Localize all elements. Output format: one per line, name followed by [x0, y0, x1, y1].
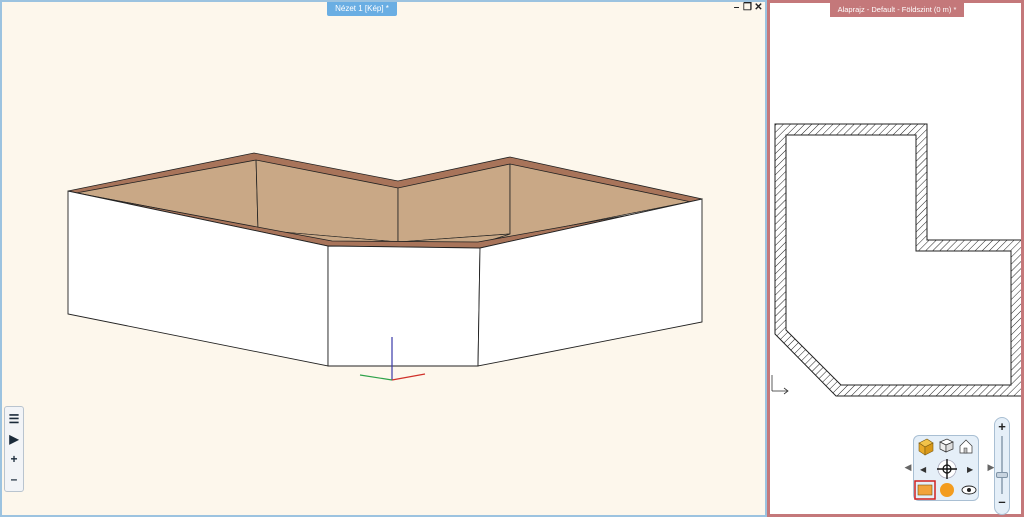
left-toolbar: ☰ ▶ + – — [4, 406, 24, 492]
restore-icon[interactable]: ❐ — [743, 2, 752, 14]
nav-left-button[interactable]: ◀ — [898, 457, 918, 477]
render-sphere-icon — [940, 483, 954, 497]
zoom-thumb[interactable] — [996, 472, 1008, 479]
window-controls: – ❐ ✕ — [732, 2, 763, 14]
app-root: Nézet 1 [Kép] * – ❐ ✕ ☰ ▶ + – Alaprajz -… — [0, 0, 1024, 517]
list-icon[interactable]: ☰ — [6, 410, 22, 428]
zoom-in-button[interactable]: + — [996, 420, 1008, 433]
3d-scene[interactable] — [2, 2, 765, 515]
zoom-in-button[interactable]: + — [6, 450, 22, 468]
zoom-track[interactable] — [1001, 436, 1003, 494]
cube-view-icon — [918, 438, 934, 456]
view-3d[interactable]: Nézet 1 [Kép] * – ❐ ✕ ☰ ▶ + – — [0, 0, 767, 517]
zoom-slider[interactable]: + – — [994, 417, 1010, 515]
view-3d-title[interactable]: Nézet 1 [Kép] * — [327, 2, 397, 16]
floor-plan-title[interactable]: Alaprajz - Default - Földszint (0 m) * — [830, 3, 964, 17]
axis-y — [359, 374, 393, 381]
wireframe-cube-icon — [939, 438, 954, 453]
axis-x — [391, 373, 426, 381]
plan-view-icon — [917, 484, 933, 496]
zoom-out-button[interactable]: – — [996, 495, 1008, 508]
house-icon — [959, 439, 973, 454]
nav-left-icon: ◀ — [920, 465, 927, 474]
nav-icons: ◀ ▶ — [914, 438, 977, 500]
navigation-widget: ◀ ▶ ◀ ▶ — [905, 435, 994, 501]
outer-wall-front — [327, 245, 481, 367]
wall-hatch — [774, 123, 1021, 397]
play-icon[interactable]: ▶ — [6, 430, 22, 448]
minimize-icon[interactable]: – — [732, 2, 741, 14]
close-icon[interactable]: ✕ — [754, 2, 763, 14]
zoom-out-button[interactable]: – — [6, 470, 22, 488]
floor-plan-view[interactable]: Alaprajz - Default - Földszint (0 m) * ◀… — [767, 0, 1024, 517]
eye-icon — [961, 485, 977, 495]
nav-right-icon: ▶ — [967, 465, 974, 474]
orbit-icon — [937, 459, 957, 479]
floor-plan-canvas[interactable] — [770, 3, 1021, 514]
